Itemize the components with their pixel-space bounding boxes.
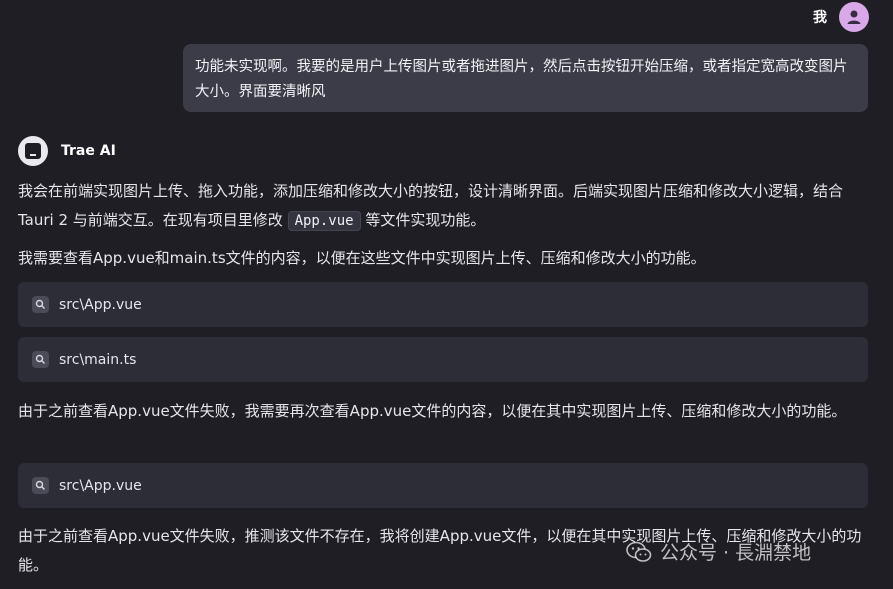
watermark-text: 公众号 · 長淵禁地 (660, 542, 812, 564)
user-message-text: 功能未实现啊。我要的是用户上传图片或者拖进图片，然后点击按钮开始压缩，或者指定宽… (195, 59, 848, 100)
file-card-app-vue-2[interactable]: src\App.vue (18, 463, 868, 508)
ai-paragraph-2: 我需要查看App.vue和main.ts文件的内容，以便在这些文件中实现图片上传… (18, 249, 706, 267)
watermark: 公众号 · 長淵禁地 (626, 538, 811, 565)
user-message-bubble: 功能未实现啊。我要的是用户上传图片或者拖进图片，然后点击按钮开始压缩，或者指定宽… (183, 44, 868, 112)
terminal-icon (18, 136, 48, 166)
inline-code: App.vue (287, 211, 361, 231)
ai-paragraph-1-tail: 等文件实现功能。 (360, 211, 486, 229)
ai-header: Trae AI (18, 136, 116, 166)
file-name: src\App.vue (59, 477, 142, 494)
file-card-main-ts[interactable]: src\main.ts (18, 337, 868, 382)
person-icon (839, 2, 869, 32)
user-header: 我 (813, 2, 869, 32)
file-card-app-vue[interactable]: src\App.vue (18, 282, 868, 327)
file-name: src\main.ts (59, 351, 137, 368)
ai-name: Trae AI (61, 143, 116, 159)
ai-paragraph-1: 我会在前端实现图片上传、拖入功能，添加压缩和修改大小的按钮，设计清晰界面。后端实… (18, 177, 873, 236)
wechat-icon (626, 541, 652, 562)
user-name: 我 (813, 10, 827, 26)
ai-paragraph-3: 由于之前查看App.vue文件失败，我需要再次查看App.vue文件的内容，以便… (18, 402, 847, 420)
search-icon (32, 351, 49, 368)
search-icon (32, 296, 49, 313)
file-name: src\App.vue (59, 296, 142, 313)
search-icon (32, 477, 49, 494)
